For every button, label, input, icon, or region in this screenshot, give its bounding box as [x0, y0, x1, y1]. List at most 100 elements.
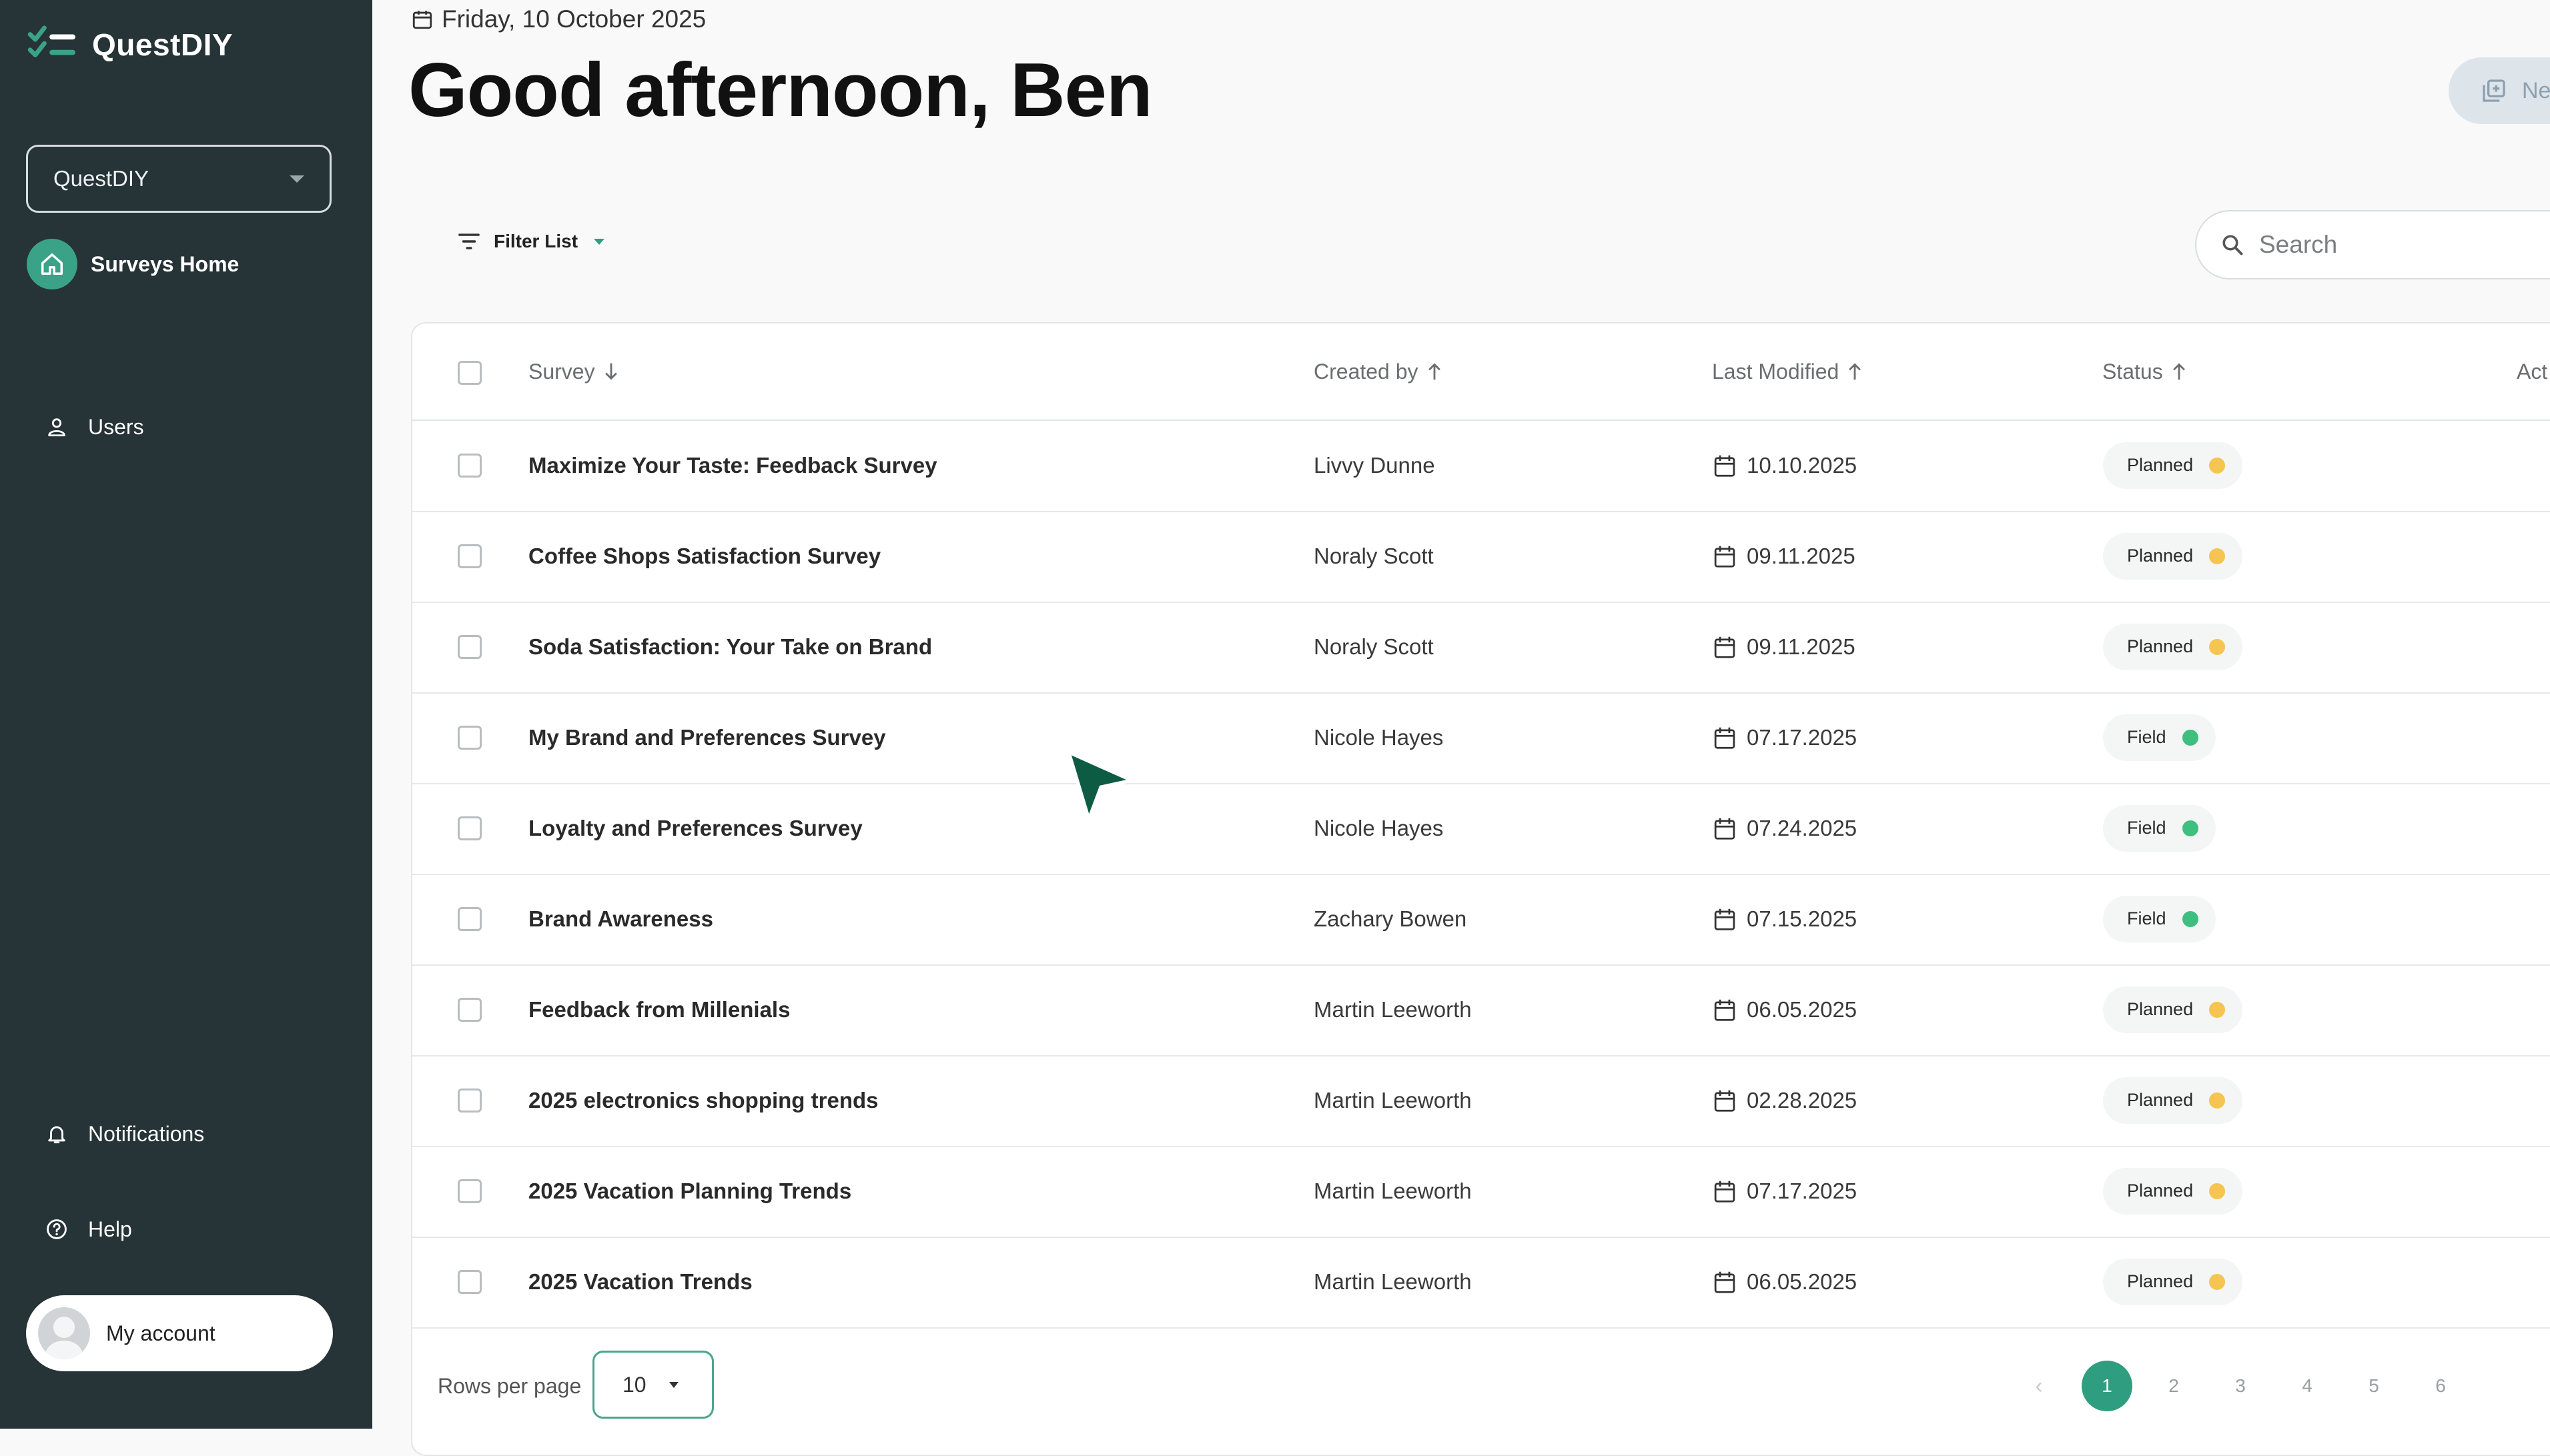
- table-row[interactable]: Brand Awareness Zachary Bowen 07.15.2025 Fi…: [412, 874, 2550, 966]
- page-button-5[interactable]: 5: [2349, 1361, 2399, 1411]
- last-modified-text: 06.05.2025: [1747, 1269, 1857, 1294]
- search-input[interactable]: [2258, 230, 2541, 259]
- survey-name[interactable]: 2025 Vacation Trends: [528, 1237, 753, 1327]
- row-checkbox[interactable]: [458, 1088, 482, 1113]
- sidebar-item-help[interactable]: Help: [27, 1211, 132, 1247]
- last-modified: 07.17.2025: [1713, 1146, 1857, 1236]
- status-dot-icon: [2209, 548, 2226, 564]
- survey-name[interactable]: My Brand and Preferences Survey: [528, 692, 886, 782]
- column-header-created-by[interactable]: Created by: [1314, 323, 1442, 420]
- sidebar-item-surveys-home[interactable]: Surveys Home: [27, 239, 239, 289]
- last-modified-text: 07.15.2025: [1747, 906, 1857, 931]
- table-row[interactable]: Coffee Shops Satisfaction Survey Noraly S…: [412, 511, 2550, 603]
- column-header-status[interactable]: Status: [2102, 323, 2187, 420]
- created-by: Martin Leeworth: [1314, 1087, 1472, 1113]
- table-row[interactable]: 2025 Vacation Planning Trends Martin Leew…: [412, 1146, 2550, 1238]
- workspace-label: QuestDIY: [53, 166, 149, 191]
- home-icon: [27, 239, 77, 289]
- last-modified: 07.17.2025: [1713, 692, 1857, 782]
- survey-name[interactable]: 2025 Vacation Planning Trends: [528, 1146, 851, 1236]
- sidebar-item-notifications[interactable]: Notifications: [27, 1116, 204, 1152]
- survey-name[interactable]: Coffee Shops Satisfaction Survey: [528, 511, 881, 601]
- arrow-up-icon: [1849, 363, 1861, 380]
- rows-per-page-label: Rows per page: [438, 1374, 582, 1398]
- calendar-icon: [1714, 818, 1735, 840]
- survey-name[interactable]: Feedback from Millenials: [528, 964, 790, 1054]
- row-checkbox[interactable]: [458, 907, 482, 931]
- rows-per-page-select[interactable]: 10: [592, 1351, 714, 1419]
- row-checkbox[interactable]: [458, 544, 482, 568]
- new-survey-button[interactable]: Ne: [2449, 57, 2550, 124]
- status-label: Planned: [2127, 1181, 2194, 1201]
- column-header-actions[interactable]: Act: [2517, 323, 2547, 420]
- table-row[interactable]: My Brand and Preferences Survey Nicole Ha…: [412, 692, 2550, 784]
- created-by: Nicole Hayes: [1314, 724, 1444, 750]
- row-checkbox[interactable]: [458, 454, 482, 478]
- survey-name[interactable]: Maximize Your Taste: Feedback Survey: [528, 420, 937, 510]
- account-label: My account: [106, 1321, 216, 1345]
- status-dot-icon: [2209, 1273, 2226, 1290]
- filter-icon: [458, 233, 480, 249]
- status-cell: Field: [2103, 692, 2216, 782]
- caret-down-icon: [669, 1381, 679, 1388]
- status-badge: Planned: [2103, 986, 2243, 1033]
- status-badge: Planned: [2103, 1258, 2243, 1305]
- status-dot-icon: [2182, 729, 2198, 746]
- row-checkbox[interactable]: [458, 1270, 482, 1294]
- filter-label: Filter List: [494, 231, 578, 251]
- table-row[interactable]: Feedback from Millenials Martin Leeworth 0…: [412, 964, 2550, 1056]
- arrow-up-icon: [2172, 363, 2185, 380]
- status-badge: Planned: [2103, 1167, 2243, 1215]
- rows-per-page-value: 10: [622, 1372, 647, 1397]
- row-checkbox[interactable]: [458, 1179, 482, 1203]
- table-row[interactable]: 2025 Vacation Trends Martin Leeworth 06.05…: [412, 1237, 2550, 1329]
- survey-name[interactable]: Loyalty and Preferences Survey: [528, 783, 863, 873]
- table-row[interactable]: 2025 electronics shopping trends Martin L…: [412, 1055, 2550, 1147]
- brand[interactable]: QuestDIY: [27, 24, 233, 65]
- column-header-survey[interactable]: Survey: [528, 323, 619, 420]
- previous-page-button[interactable]: ‹: [2014, 1361, 2064, 1411]
- status-dot-icon: [2182, 820, 2198, 836]
- table-row[interactable]: Maximize Your Taste: Feedback Survey Livv…: [412, 420, 2550, 512]
- my-account-button[interactable]: My account: [26, 1295, 333, 1371]
- table-row[interactable]: Loyalty and Preferences Survey Nicole Hay…: [412, 783, 2550, 875]
- row-checkbox[interactable]: [458, 816, 482, 840]
- status-cell: Planned: [2103, 420, 2243, 510]
- status-label: Field: [2127, 908, 2166, 928]
- filter-list-button[interactable]: Filter List: [458, 231, 605, 252]
- status-badge: Planned: [2103, 442, 2243, 489]
- questdiy-logo-icon: [27, 25, 75, 57]
- pagination: ‹ 123456: [2014, 1361, 2481, 1411]
- column-label: Last Modified: [1712, 359, 1839, 384]
- app-name: QuestDIY: [92, 27, 234, 62]
- row-checkbox[interactable]: [458, 635, 482, 659]
- search-box[interactable]: [2195, 210, 2550, 279]
- status-badge: Field: [2103, 895, 2216, 942]
- workspace-select[interactable]: QuestDIY: [26, 145, 332, 213]
- sidebar-item-users[interactable]: Users: [27, 409, 144, 445]
- status-cell: Planned: [2103, 964, 2243, 1054]
- calendar-icon: [1714, 1090, 1735, 1112]
- column-header-last-modified[interactable]: Last Modified: [1712, 323, 1863, 420]
- status-badge: Field: [2103, 714, 2216, 761]
- page-button-1[interactable]: 1: [2082, 1361, 2132, 1411]
- select-all-checkbox[interactable]: [458, 361, 482, 385]
- calendar-icon: [1714, 999, 1735, 1021]
- sidebar: QuestDIY QuestDIY Surveys Home Users Not…: [0, 0, 372, 1429]
- page-button-2[interactable]: 2: [2148, 1361, 2199, 1411]
- created-by: Martin Leeworth: [1314, 1178, 1472, 1203]
- survey-name[interactable]: Soda Satisfaction: Your Take on Brand: [528, 602, 932, 692]
- table-row[interactable]: Soda Satisfaction: Your Take on Brand Nor…: [412, 602, 2550, 694]
- page-button-3[interactable]: 3: [2215, 1361, 2266, 1411]
- survey-name[interactable]: Brand Awareness: [528, 874, 713, 964]
- last-modified: 09.11.2025: [1713, 511, 1855, 601]
- page-button-4[interactable]: 4: [2282, 1361, 2332, 1411]
- last-modified-text: 10.10.2025: [1747, 452, 1857, 478]
- row-checkbox[interactable]: [458, 998, 482, 1022]
- add-copy-icon: [2483, 79, 2505, 102]
- current-date: Friday, 10 October 2025: [411, 5, 706, 33]
- page-button-6[interactable]: 6: [2415, 1361, 2466, 1411]
- calendar-icon: [1714, 636, 1735, 658]
- survey-name[interactable]: 2025 electronics shopping trends: [528, 1055, 879, 1145]
- row-checkbox[interactable]: [458, 726, 482, 750]
